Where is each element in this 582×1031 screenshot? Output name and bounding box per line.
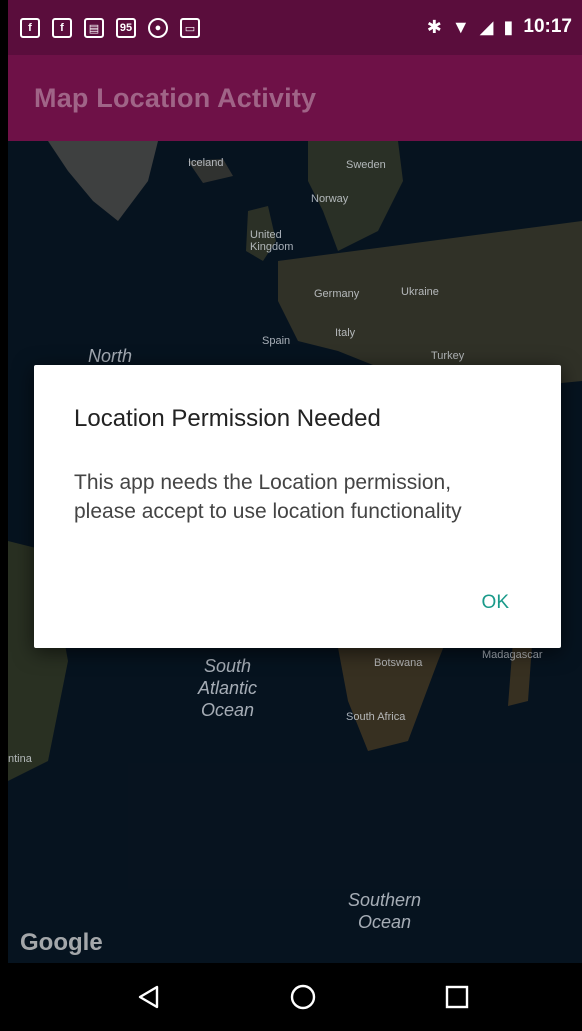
- facebook-icon: f: [52, 18, 72, 38]
- clock: 10:17: [523, 16, 572, 37]
- app-screen: f f ▤ 95 ● ▭ ✱ ▼ ◢ ▮ 10:17 Map Location …: [8, 0, 582, 1031]
- map-label-united-kingdom: United Kingdom: [250, 229, 294, 253]
- system-status: ✱ ▼ ◢ ▮ 10:17: [427, 16, 572, 38]
- map-label-spain: Spain: [262, 335, 291, 347]
- home-icon: [290, 984, 316, 1010]
- map-label-iceland: Iceland: [188, 157, 224, 169]
- map-label-italy: Italy: [335, 327, 356, 339]
- map-label-argentina: ntina: [8, 753, 32, 765]
- location-permission-dialog: Location Permission Needed This app need…: [34, 365, 561, 648]
- recents-button[interactable]: [422, 963, 492, 1031]
- dialog-message: This app needs the Location permission, …: [74, 471, 462, 523]
- badge-icon: 95: [116, 18, 136, 38]
- battery-icon: ▮: [503, 17, 514, 37]
- clipboard-icon: ▤: [84, 18, 104, 38]
- map-label-south-atlantic-ocean: South Atlantic Ocean: [198, 656, 258, 720]
- status-bar: f f ▤ 95 ● ▭ ✱ ▼ ◢ ▮ 10:17: [8, 0, 582, 55]
- map-label-sweden: Sweden: [346, 159, 386, 171]
- map-label-norway: Norway: [311, 193, 349, 205]
- bluetooth-icon: ✱: [426, 17, 442, 37]
- android-icon: ●: [148, 18, 168, 38]
- wifi-icon: ▼: [451, 17, 470, 37]
- app-toolbar: Map Location Activity: [8, 55, 582, 141]
- page-title: Map Location Activity: [34, 83, 317, 113]
- map-label-southern-ocean: Southern Ocean: [348, 890, 422, 932]
- map-label-ukraine: Ukraine: [401, 286, 439, 298]
- ok-button[interactable]: OK: [482, 592, 509, 614]
- facebook-icon: f: [20, 18, 40, 38]
- back-icon: [138, 985, 159, 1009]
- recents-icon: [445, 985, 469, 1009]
- image-icon: ▭: [180, 18, 200, 38]
- notification-icons: f f ▤ 95 ● ▭: [20, 18, 200, 38]
- google-logo: Google: [20, 929, 103, 956]
- map-label-germany: Germany: [314, 288, 360, 300]
- map-label-north: North: [88, 346, 133, 366]
- dialog-title: Location Permission Needed: [74, 405, 381, 432]
- map-label-botswana: Botswana: [374, 657, 423, 669]
- map-label-south-africa: South Africa: [346, 711, 406, 723]
- home-button[interactable]: [268, 963, 338, 1031]
- cell-signal-icon: ◢: [479, 17, 494, 37]
- map-label-turkey: Turkey: [431, 350, 465, 362]
- map-label-madagascar: Madagascar: [482, 649, 543, 661]
- back-button[interactable]: [114, 963, 184, 1031]
- navigation-bar: [8, 963, 582, 1031]
